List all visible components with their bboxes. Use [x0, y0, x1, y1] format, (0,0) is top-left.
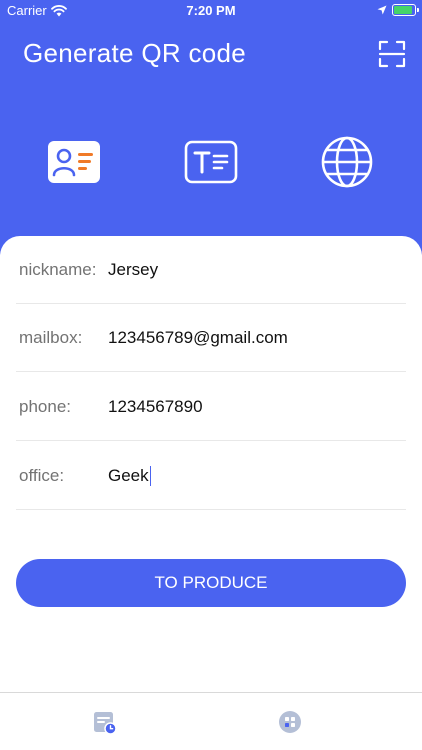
- office-label: office:: [19, 466, 65, 485]
- form-sheet: nickname: Jersey mailbox: 123456789@gmai…: [0, 236, 422, 692]
- battery-icon: [392, 4, 419, 16]
- tab-generate[interactable]: [275, 707, 305, 737]
- text-type-button[interactable]: [183, 134, 239, 190]
- office-field[interactable]: office: Geek: [16, 442, 406, 510]
- battery-fill: [394, 6, 412, 14]
- nickname-input[interactable]: Jersey: [108, 236, 158, 304]
- text-icon: [184, 140, 238, 184]
- globe-icon: [321, 136, 373, 188]
- nickname-label: nickname:: [19, 260, 97, 279]
- mailbox-input[interactable]: 123456789@gmail.com: [108, 304, 288, 372]
- produce-button[interactable]: TO PRODUCE: [16, 559, 406, 607]
- scan-button[interactable]: [378, 40, 406, 68]
- status-bar: Carrier 7:20 PM: [0, 0, 422, 22]
- location-icon: [377, 5, 387, 15]
- web-type-button[interactable]: [319, 134, 375, 190]
- nickname-field[interactable]: nickname: Jersey: [16, 236, 406, 304]
- phone-input[interactable]: 1234567890: [108, 373, 203, 441]
- qr-type-selector: [0, 134, 422, 194]
- office-input[interactable]: Geek: [108, 466, 149, 485]
- history-icon: [94, 712, 117, 735]
- page-title: Generate QR code: [23, 38, 247, 68]
- mailbox-label: mailbox:: [19, 328, 83, 347]
- contact-card-type-button[interactable]: [46, 134, 102, 190]
- status-time: 7:20 PM: [186, 3, 236, 18]
- phone-field[interactable]: phone: 1234567890: [16, 373, 406, 441]
- mailbox-field[interactable]: mailbox: 123456789@gmail.com: [16, 304, 406, 372]
- contact-card-icon: [48, 141, 100, 183]
- grid-icon: [279, 711, 301, 733]
- tab-history[interactable]: [90, 707, 120, 737]
- scan-icon: [378, 40, 406, 68]
- text-caret: [149, 465, 152, 486]
- office-input-wrap[interactable]: Geek: [108, 442, 152, 510]
- tab-bar: [0, 692, 422, 750]
- app-screen: Carrier 7:20 PM Generate QR code nicknam…: [0, 0, 422, 750]
- status-right: [377, 4, 419, 16]
- phone-label: phone:: [19, 397, 71, 416]
